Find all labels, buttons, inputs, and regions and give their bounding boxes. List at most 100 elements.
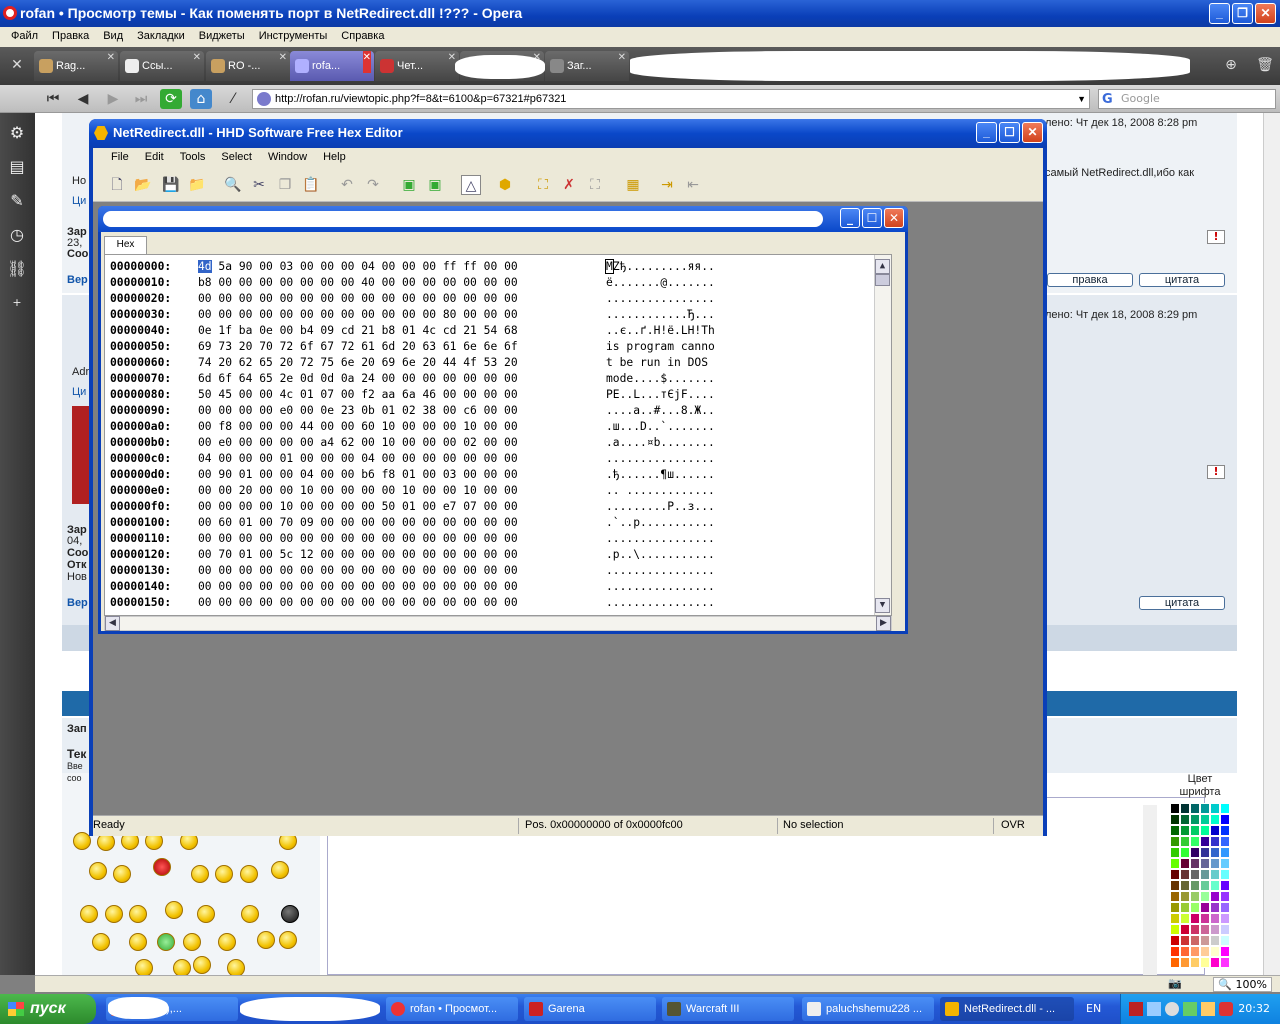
color-swatch[interactable] <box>1180 902 1190 913</box>
hex-bytes[interactable]: 00 00 00 00 00 00 00 00 00 00 00 00 00 0… <box>198 291 518 307</box>
color-swatch[interactable] <box>1170 935 1180 946</box>
forward-arrow-icon[interactable]: ▶ <box>102 89 124 109</box>
color-swatch[interactable] <box>1190 924 1200 935</box>
save-icon[interactable]: 💾 <box>161 175 181 195</box>
hex-ascii[interactable]: PE..L...тЄjF.... <box>606 387 715 403</box>
hex-bytes[interactable]: b8 00 00 00 00 00 00 00 40 00 00 00 00 0… <box>198 275 518 291</box>
color-swatch[interactable] <box>1200 902 1210 913</box>
smiley-icon[interactable] <box>80 905 98 923</box>
undo-icon[interactable]: ↶ <box>337 175 357 195</box>
hex-bytes[interactable]: 00 00 20 00 00 10 00 00 00 00 10 00 00 1… <box>198 483 518 499</box>
tab-4-active[interactable]: rofa... ✕ <box>290 51 374 81</box>
color-swatch[interactable] <box>1220 946 1230 957</box>
remove-bookmark-icon[interactable]: ✗ <box>559 175 579 195</box>
gear-icon[interactable]: ⚙ <box>7 123 27 143</box>
color-swatch[interactable] <box>1220 803 1230 814</box>
color-swatch[interactable] <box>1210 858 1220 869</box>
color-swatch[interactable] <box>1180 913 1190 924</box>
menu-file[interactable]: Файл <box>4 27 45 47</box>
menu-bookmarks[interactable]: Закладки <box>130 27 192 47</box>
report-icon[interactable]: ! <box>1207 230 1225 244</box>
tab-close-icon[interactable]: ✕ <box>362 51 371 73</box>
tab-close-icon[interactable]: ✕ <box>193 51 201 73</box>
language-indicator[interactable]: EN <box>1086 994 1101 1024</box>
open-folder-icon[interactable]: 📂 <box>133 175 153 195</box>
minimize-button[interactable]: _ <box>840 208 860 228</box>
hex-ascii[interactable]: .ђ......¶ш...... <box>606 467 715 483</box>
color-swatch[interactable] <box>1200 858 1210 869</box>
color-swatch[interactable] <box>1180 957 1190 968</box>
task-item-paluch[interactable]: paluchshemu228 ... <box>802 997 934 1021</box>
color-swatch[interactable] <box>1210 935 1220 946</box>
scroll-up-icon[interactable]: ▲ <box>875 259 890 274</box>
smiley-icon[interactable] <box>197 905 215 923</box>
compare-icon[interactable]: ▦ <box>623 175 643 195</box>
color-swatch[interactable] <box>1190 836 1200 847</box>
hex-bytes[interactable]: 69 73 20 70 72 6f 67 72 61 6d 20 63 61 6… <box>198 339 518 355</box>
page-scrollbar[interactable] <box>1263 113 1280 975</box>
hex-ascii[interactable]: .ш...D..`....... <box>606 419 715 435</box>
color-swatch[interactable] <box>1220 880 1230 891</box>
export-icon[interactable]: ▣ <box>425 175 445 195</box>
smiley-icon[interactable] <box>129 905 147 923</box>
color-swatch[interactable] <box>1170 924 1180 935</box>
color-swatch[interactable] <box>1170 957 1180 968</box>
color-swatch[interactable] <box>1170 869 1180 880</box>
menu-tools[interactable]: Tools <box>172 148 214 168</box>
color-swatch[interactable] <box>1220 935 1230 946</box>
start-button[interactable]: пуск <box>0 994 96 1024</box>
menu-edit[interactable]: Правка <box>45 27 96 47</box>
color-swatch[interactable] <box>1200 803 1210 814</box>
menu-help[interactable]: Help <box>315 148 354 168</box>
color-swatch[interactable] <box>1200 946 1210 957</box>
hex-bytes[interactable]: 4d 5a 90 00 03 00 00 00 04 00 00 00 ff f… <box>198 259 518 275</box>
color-swatch[interactable] <box>1210 869 1220 880</box>
triangle-tool-icon[interactable]: △ <box>461 175 481 195</box>
color-swatch[interactable] <box>1180 935 1190 946</box>
smiley-icon[interactable] <box>240 865 258 883</box>
smiley-icon[interactable] <box>218 933 236 951</box>
arrow-right-box-icon[interactable]: ⇥ <box>657 175 677 195</box>
home-icon[interactable]: ⌂ <box>190 89 212 109</box>
rewind-icon[interactable]: ⏮ <box>42 89 64 109</box>
color-swatch[interactable] <box>1170 858 1180 869</box>
hex-view[interactable]: 00000000: 4d 5a 90 00 03 00 00 00 04 00 0… <box>104 254 892 616</box>
color-swatch[interactable] <box>1220 957 1230 968</box>
color-swatch[interactable] <box>1170 946 1180 957</box>
task-item-hex-active[interactable]: NetRedirect.dll - ... <box>940 997 1074 1021</box>
color-swatch[interactable] <box>1180 814 1190 825</box>
task-item-garena[interactable]: Garena <box>524 997 656 1021</box>
color-swatch[interactable] <box>1190 891 1200 902</box>
smiley-icon[interactable] <box>92 933 110 951</box>
hex-ascii[interactable]: ..є..ґ.Н!ё.LН!Th <box>606 323 715 339</box>
color-swatch[interactable] <box>1210 957 1220 968</box>
color-swatch[interactable] <box>1210 902 1220 913</box>
bookmark-icon[interactable]: ⛶ <box>533 175 553 195</box>
color-swatch[interactable] <box>1200 847 1210 858</box>
hex-ascii[interactable]: .. ............. <box>606 483 715 499</box>
smiley-icon[interactable] <box>271 861 289 879</box>
address-input[interactable]: http://rofan.ru/viewtopic.php?f=8&t=6100… <box>252 89 1090 109</box>
color-swatch[interactable] <box>1210 891 1220 902</box>
color-swatch[interactable] <box>1170 836 1180 847</box>
color-swatch[interactable] <box>1210 836 1220 847</box>
fast-forward-icon[interactable]: ⏭ <box>130 89 152 109</box>
color-swatch[interactable] <box>1200 913 1210 924</box>
tab-7[interactable]: Заг... ✕ <box>545 51 629 81</box>
font-color-palette[interactable] <box>1170 803 1230 971</box>
folder-icon[interactable]: 📁 <box>187 175 207 195</box>
color-swatch[interactable] <box>1190 803 1200 814</box>
back-arrow-icon[interactable]: ◀ <box>72 89 94 109</box>
hex-ascii[interactable]: ................ <box>606 451 715 467</box>
color-swatch[interactable] <box>1180 803 1190 814</box>
color-swatch[interactable] <box>1170 880 1180 891</box>
color-swatch[interactable] <box>1180 847 1190 858</box>
color-swatch[interactable] <box>1180 825 1190 836</box>
hex-bytes[interactable]: 04 00 00 00 01 00 00 00 04 00 00 00 00 0… <box>198 451 518 467</box>
hex-ascii[interactable]: .p..\........... <box>606 547 715 563</box>
color-swatch[interactable] <box>1220 836 1230 847</box>
quote-button[interactable]: цитата <box>1139 596 1225 610</box>
tools-icon[interactable]: ✕ <box>6 55 28 75</box>
green-smiley-icon[interactable] <box>157 933 175 951</box>
hex-bytes[interactable]: 00 00 00 00 00 00 00 00 00 00 00 00 00 0… <box>198 531 518 547</box>
